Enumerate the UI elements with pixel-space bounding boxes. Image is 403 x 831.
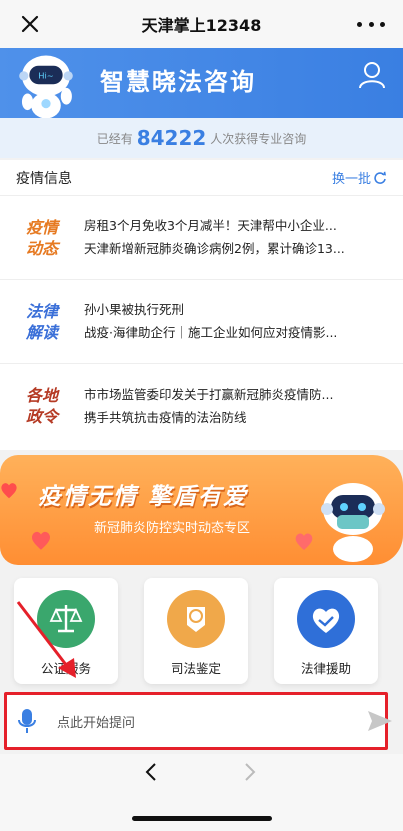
- more-icon[interactable]: [357, 12, 385, 36]
- chevron-right-icon[interactable]: [237, 760, 261, 784]
- badge-line: 各地: [25, 386, 58, 405]
- annotation-arrow: [16, 601, 76, 678]
- consultation-count: 84222: [136, 126, 207, 150]
- heart-icon: [31, 531, 51, 550]
- news-item-link[interactable]: 孙小果被执行死刑: [84, 301, 364, 319]
- badge-line: 政令: [25, 407, 58, 426]
- user-icon[interactable]: [357, 60, 387, 90]
- question-input-bar[interactable]: 点此开始提问: [4, 692, 388, 750]
- service-label: 法律援助: [300, 661, 351, 676]
- app-page: 天津掌上12348 Hi~ 智慧晓法咨询 已经有 84222 人次获得专业咨询: [0, 0, 403, 831]
- forensic-service-button[interactable]: 司法鉴定: [144, 578, 248, 684]
- masked-robot-icon: [321, 483, 385, 562]
- promo-banner[interactable]: 疫情无情 擎盾有爱 新冠肺炎防控实时动态专区: [0, 455, 403, 565]
- browser-nav-bar: [0, 754, 403, 831]
- microphone-icon[interactable]: [17, 708, 37, 734]
- news-category-row: 疫情 动态 房租3个月免收3个月减半！天津帮中小企业... 天津新增新冠肺炎确诊…: [0, 196, 403, 280]
- refresh-button[interactable]: 换一批: [332, 168, 387, 187]
- news-item-link[interactable]: 天津新增新冠肺炎确诊病例2例，累计确诊13...: [84, 240, 364, 258]
- robot-mascot-icon: Hi~: [19, 55, 73, 119]
- svg-text:Hi~: Hi~: [38, 71, 54, 81]
- heart-icon: [1, 483, 17, 499]
- badge-line: 法律: [25, 301, 58, 321]
- legal-aid-service-button[interactable]: 法律援助: [274, 578, 378, 684]
- news-item-link[interactable]: 市市场监管委印发关于打赢新冠肺炎疫情防...: [84, 386, 364, 404]
- window-title: 天津掌上12348: [141, 16, 262, 35]
- news-item-link[interactable]: 房租3个月免收3个月减半！天津帮中小企业...: [84, 217, 364, 235]
- stats-suffix: 人次获得专业咨询: [210, 131, 307, 146]
- news-heading: 疫情信息: [16, 170, 72, 187]
- badge-line: 解读: [25, 322, 58, 342]
- banner-title: 智慧晓法咨询: [100, 68, 256, 96]
- news-category-row: 法律 解读 孙小果被执行死刑 战疫·海律助企行｜施工企业如何应对疫情影...: [0, 280, 403, 364]
- service-label: 司法鉴定: [170, 661, 221, 676]
- top-bar: 天津掌上12348: [0, 0, 403, 48]
- news-header: 疫情信息 换一批: [0, 160, 403, 196]
- handshake-heart-icon: [297, 590, 355, 648]
- badge-line: 动态: [25, 238, 58, 258]
- home-indicator[interactable]: [132, 816, 272, 821]
- stats-prefix: 已经有: [96, 131, 133, 146]
- news-category-row: 各地 政令 市市场监管委印发关于打赢新冠肺炎疫情防... 携手共筑抗击疫情的法治…: [0, 364, 403, 448]
- news-item-link[interactable]: 携手共筑抗击疫情的法治防线: [84, 409, 364, 427]
- category-badge-epidemic[interactable]: 疫情 动态: [0, 196, 84, 280]
- category-badge-policy[interactable]: 各地 政令: [0, 364, 84, 448]
- epidemic-news-card: 疫情信息 换一批 疫情 动态 房租3个月免收3个月减半！天津帮中小企业... 天…: [0, 160, 403, 450]
- question-input-placeholder[interactable]: 点此开始提问: [57, 712, 135, 731]
- close-icon[interactable]: [18, 12, 42, 36]
- header-banner: Hi~ 智慧晓法咨询: [0, 48, 403, 119]
- promo-title: 疫情无情 擎盾有爱: [38, 484, 249, 510]
- send-icon[interactable]: [366, 708, 394, 734]
- news-item-link[interactable]: 战疫·海律助企行｜施工企业如何应对疫情影...: [84, 324, 364, 342]
- promo-subtitle: 新冠肺炎防控实时动态专区: [94, 521, 251, 536]
- consultation-stats: 已经有 84222 人次获得专业咨询: [0, 118, 403, 158]
- refresh-label: 换一批: [331, 172, 371, 187]
- category-badge-law[interactable]: 法律 解读: [0, 280, 84, 364]
- certificate-icon: [167, 590, 225, 648]
- badge-line: 疫情: [25, 217, 58, 237]
- chevron-left-icon[interactable]: [140, 760, 164, 784]
- refresh-icon: [374, 171, 386, 184]
